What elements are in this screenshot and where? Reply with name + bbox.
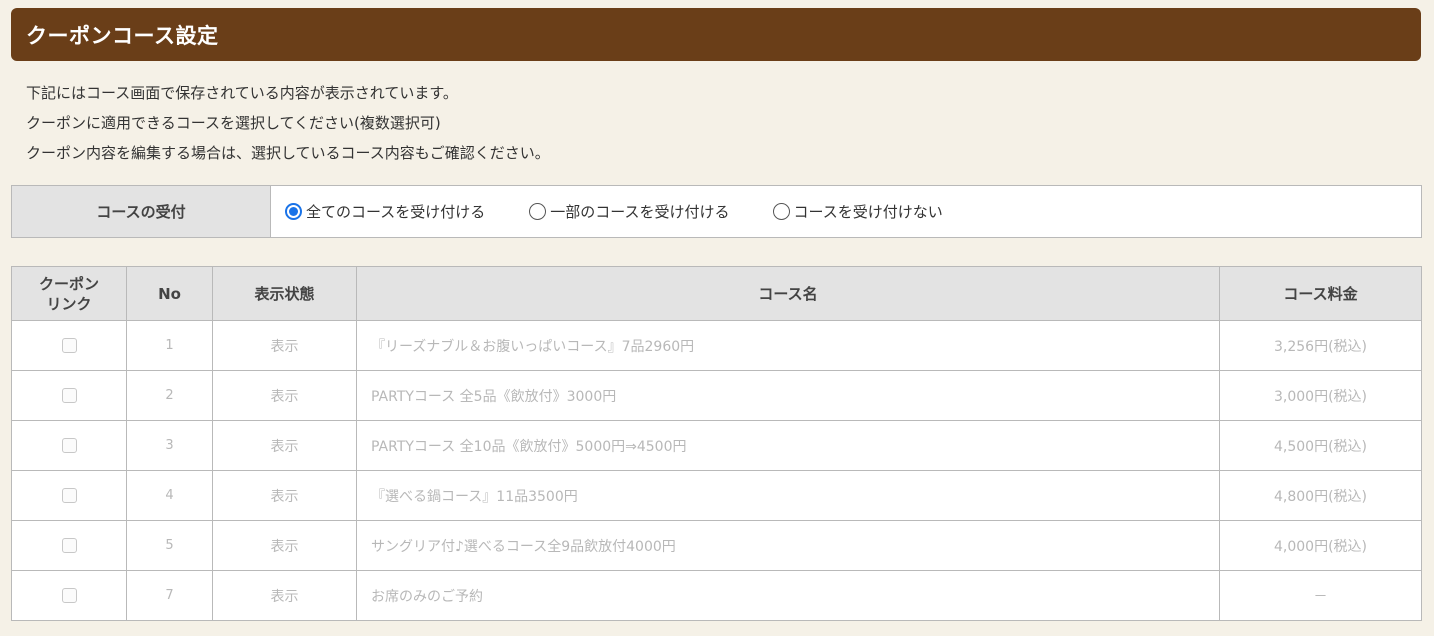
accept-none-label[interactable]: コースを受け付けない [794, 201, 943, 222]
coupon-link-checkbox[interactable] [61, 488, 77, 503]
row-status: 表示 [212, 570, 357, 621]
header-coupon-link: クーポン リンク [11, 266, 127, 321]
row-checkbox-cell [11, 520, 127, 571]
row-status: 表示 [212, 520, 357, 571]
row-course-price: 3,256円(税込) [1219, 320, 1422, 371]
row-course-price: － [1219, 570, 1422, 621]
accept-some-radio[interactable] [529, 203, 547, 220]
row-status: 表示 [212, 370, 357, 421]
header-course-price: コース料金 [1219, 266, 1422, 321]
row-checkbox-cell [11, 570, 127, 621]
row-no: 3 [126, 420, 213, 471]
table-row: 7 表示 お席のみのご予約 － [11, 570, 1422, 621]
coupon-link-checkbox[interactable] [61, 338, 77, 353]
course-acceptance-label: コースの受付 [11, 185, 271, 238]
row-course-name: 『リーズナブル＆お腹いっぱいコース』7品2960円 [356, 320, 1220, 371]
row-course-name: PARTYコース 全10品《飲放付》5000円⇒4500円 [356, 420, 1220, 471]
table-row: 5 表示 サングリア付♪選べるコース全9品飲放付4000円 4,000円(税込) [11, 520, 1422, 571]
row-status: 表示 [212, 420, 357, 471]
description-line: 下記にはコース画面で保存されている内容が表示されています。 [26, 84, 458, 102]
row-checkbox-cell [11, 370, 127, 421]
coupon-link-checkbox[interactable] [61, 438, 77, 453]
page-header: クーポンコース設定 [11, 8, 1421, 61]
accept-all-option[interactable]: 全てのコースを受け付ける [285, 201, 485, 222]
row-course-name: サングリア付♪選べるコース全9品飲放付4000円 [356, 520, 1220, 571]
description-line: クーポンに適用できるコースを選択してください(複数選択可) [26, 114, 441, 132]
course-table: クーポン リンク No 表示状態 コース名 コース料金 1 表示 『リーズナブル… [11, 266, 1422, 621]
table-row: 1 表示 『リーズナブル＆お腹いっぱいコース』7品2960円 3,256円(税込… [11, 320, 1422, 371]
row-course-name: 『選べる鍋コース』11品3500円 [356, 470, 1220, 521]
row-course-name: PARTYコース 全5品《飲放付》3000円 [356, 370, 1220, 421]
coupon-link-checkbox[interactable] [61, 588, 77, 603]
table-row: 4 表示 『選べる鍋コース』11品3500円 4,800円(税込) [11, 470, 1422, 521]
row-no: 2 [126, 370, 213, 421]
accept-all-label[interactable]: 全てのコースを受け付ける [306, 201, 485, 222]
header-no: No [126, 266, 213, 321]
description: 下記にはコース画面で保存されている内容が表示されています。 クーポンに適用できる… [26, 78, 550, 168]
row-course-price: 4,800円(税込) [1219, 470, 1422, 521]
row-checkbox-cell [11, 320, 127, 371]
row-course-price: 4,500円(税込) [1219, 420, 1422, 471]
course-acceptance-options: 全てのコースを受け付ける 一部のコースを受け付ける コースを受け付けない [270, 185, 1422, 238]
accept-none-radio[interactable] [772, 203, 790, 220]
table-row: 2 表示 PARTYコース 全5品《飲放付》3000円 3,000円(税込) [11, 370, 1422, 421]
row-course-price: 4,000円(税込) [1219, 520, 1422, 571]
coupon-link-checkbox[interactable] [61, 388, 77, 403]
accept-all-radio[interactable] [285, 203, 302, 220]
accept-some-option[interactable]: 一部のコースを受け付ける [529, 201, 730, 222]
row-checkbox-cell [11, 420, 127, 471]
table-row: 3 表示 PARTYコース 全10品《飲放付》5000円⇒4500円 4,500… [11, 420, 1422, 471]
row-status: 表示 [212, 320, 357, 371]
header-course-name: コース名 [356, 266, 1220, 321]
table-header-row: クーポン リンク No 表示状態 コース名 コース料金 [11, 266, 1422, 321]
accept-none-option[interactable]: コースを受け付けない [772, 201, 943, 222]
header-status: 表示状態 [212, 266, 357, 321]
row-no: 1 [126, 320, 213, 371]
row-no: 5 [126, 520, 213, 571]
row-status: 表示 [212, 470, 357, 521]
coupon-link-checkbox[interactable] [61, 538, 77, 553]
course-acceptance-table: コースの受付 全てのコースを受け付ける 一部のコースを受け付ける コースを受け付… [11, 185, 1422, 238]
page-title: クーポンコース設定 [26, 23, 219, 48]
row-course-price: 3,000円(税込) [1219, 370, 1422, 421]
row-no: 4 [126, 470, 213, 521]
accept-some-label[interactable]: 一部のコースを受け付ける [550, 201, 729, 222]
row-course-name: お席のみのご予約 [356, 570, 1220, 621]
row-checkbox-cell [11, 470, 127, 521]
row-no: 7 [126, 570, 213, 621]
description-line: クーポン内容を編集する場合は、選択しているコース内容もご確認ください。 [26, 144, 550, 162]
